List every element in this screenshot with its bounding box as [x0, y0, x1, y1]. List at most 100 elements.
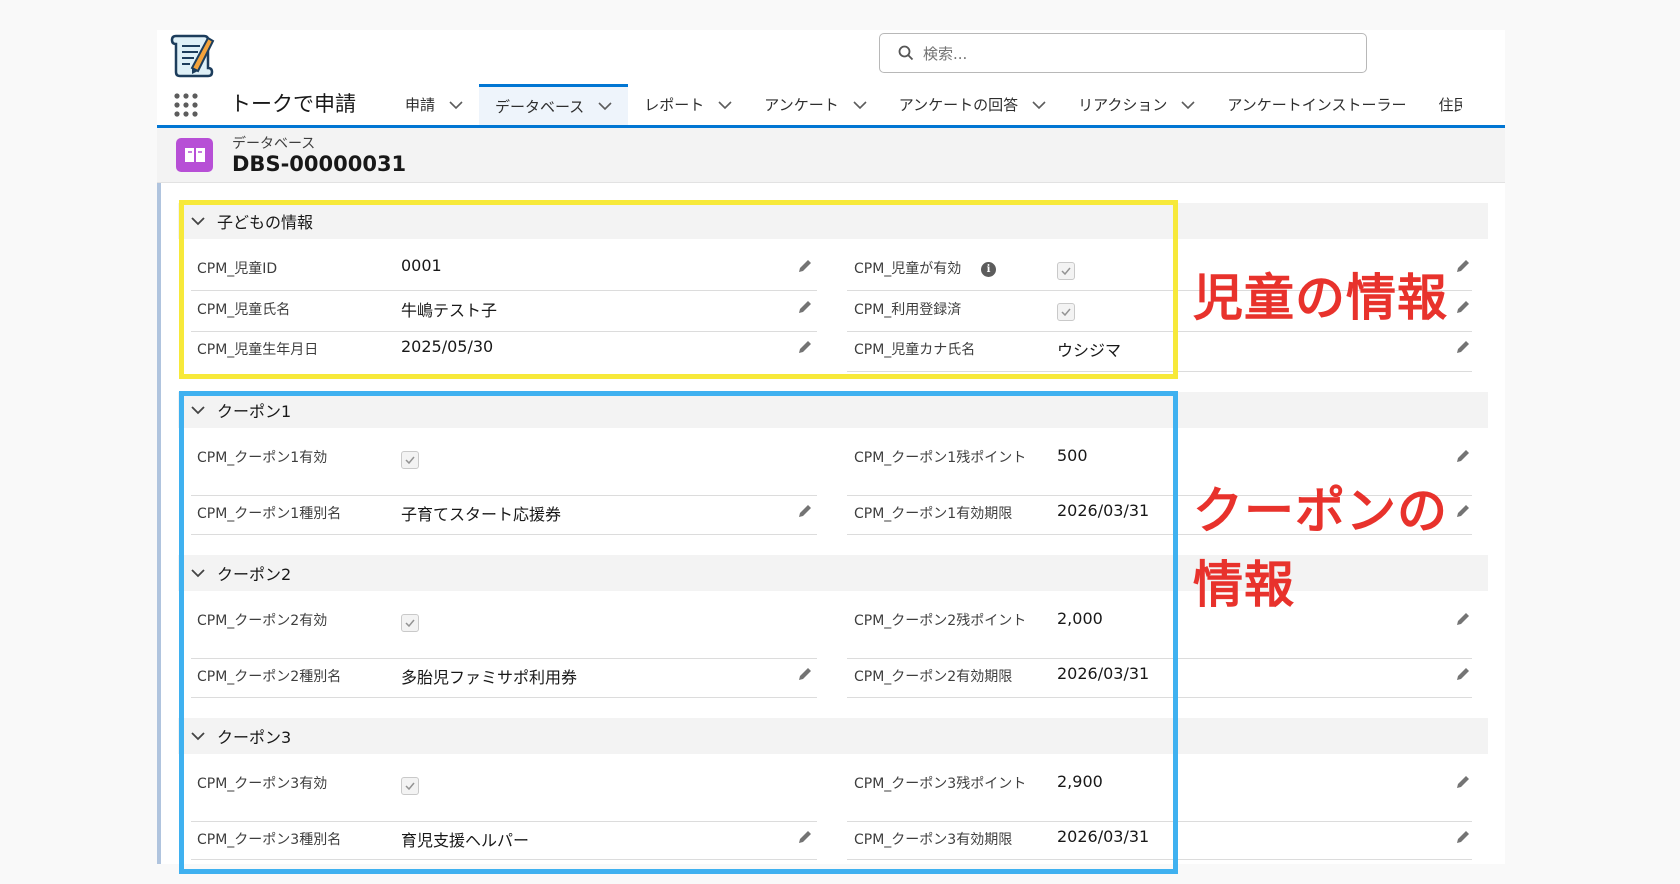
section-title: クーポン2 — [217, 565, 292, 584]
field-divider — [191, 534, 817, 535]
field-divider — [847, 821, 1472, 822]
tab-label: アンケートの回答 — [898, 96, 1019, 114]
database-record-icon — [176, 138, 213, 172]
field-label-child-birthdate: CPM_児童生年月日 — [197, 342, 319, 358]
field-label-coupon1-active: CPM_クーポン1有効 — [197, 450, 328, 466]
edit-pencil-icon[interactable] — [797, 258, 813, 274]
field-label-coupon1-type: CPM_クーポン1種別名 — [197, 506, 342, 522]
field-value-coupon3-type: 育児支援ヘルパー — [401, 831, 530, 850]
field-value-child-id: 0001 — [401, 256, 442, 275]
field-label-child-kana: CPM_児童カナ氏名 — [854, 342, 976, 358]
tab-report[interactable]: レポート — [628, 84, 748, 125]
field-divider — [191, 658, 817, 659]
record-name: DBS-00000031 — [232, 152, 407, 176]
field-label-coupon3-type: CPM_クーポン3種別名 — [197, 832, 342, 848]
field-label-coupon3-points: CPM_クーポン3残ポイント — [854, 776, 1027, 792]
chevron-down-icon[interactable] — [1181, 100, 1195, 110]
tab-survey-response[interactable]: アンケートの回答 — [883, 84, 1062, 125]
field-divider — [191, 495, 817, 496]
field-divider — [191, 859, 817, 860]
field-label-coupon2-type: CPM_クーポン2種別名 — [197, 669, 342, 685]
edit-pencil-icon[interactable] — [1455, 666, 1471, 682]
field-label-registered: CPM_利用登録済 — [854, 302, 962, 318]
tab-label: 住民 — [1438, 96, 1463, 114]
annotation-child-note: 児童の情報 — [1193, 269, 1448, 327]
checkbox-coupon1-active — [401, 451, 419, 469]
field-value-coupon3-expiry: 2026/03/31 — [1057, 827, 1150, 846]
edit-pencil-icon[interactable] — [797, 666, 813, 682]
tab-survey-installer[interactable]: アンケートインストーラー — [1211, 84, 1422, 125]
edit-pencil-icon[interactable] — [1455, 829, 1471, 845]
field-value-coupon2-expiry: 2026/03/31 — [1057, 664, 1150, 683]
chevron-down-icon[interactable] — [191, 568, 205, 578]
search-placeholder: 検索... — [923, 44, 968, 63]
left-accent-bar — [157, 183, 161, 864]
field-label-coupon1-expiry: CPM_クーポン1有効期限 — [854, 506, 1013, 522]
app-window: 検索... トークで申請 申請 データベース レポート アンケート アンケートの… — [157, 30, 1505, 864]
app-launcher-icon[interactable] — [173, 92, 199, 118]
chevron-down-icon[interactable] — [449, 100, 463, 110]
edit-pencil-icon[interactable] — [797, 299, 813, 315]
field-label-child-active: CPM_児童が有効 — [854, 261, 962, 277]
section-title: 子どもの情報 — [217, 213, 314, 232]
section-header-coupon3[interactable]: クーポン3 — [178, 718, 1488, 754]
tab-database[interactable]: データベース — [479, 84, 629, 125]
field-divider — [847, 859, 1472, 860]
section-title: クーポン1 — [217, 402, 292, 421]
field-value-coupon1-type: 子育てスタート応援券 — [401, 505, 562, 524]
section-title: クーポン3 — [217, 728, 292, 747]
field-divider — [191, 331, 817, 332]
tab-application[interactable]: 申請 — [389, 84, 479, 125]
tab-residents[interactable]: 住民 — [1422, 84, 1462, 125]
tab-label: レポート — [644, 96, 705, 114]
edit-pencil-icon[interactable] — [1455, 339, 1471, 355]
chevron-down-icon[interactable] — [598, 101, 612, 111]
tab-label: アンケートインストーラー — [1227, 96, 1407, 114]
tab-label: データベース — [495, 97, 585, 116]
field-divider — [847, 331, 1472, 332]
section-header-coupon1[interactable]: クーポン1 — [178, 392, 1488, 428]
edit-pencil-icon[interactable] — [797, 503, 813, 519]
chevron-down-icon[interactable] — [191, 216, 205, 226]
checkbox-coupon3-active — [401, 777, 419, 795]
info-icon[interactable]: i — [981, 262, 996, 277]
field-label-coupon2-points: CPM_クーポン2残ポイント — [854, 613, 1027, 629]
chevron-down-icon[interactable] — [191, 731, 205, 741]
edit-pencil-icon[interactable] — [797, 339, 813, 355]
field-label-child-id: CPM_児童ID — [197, 261, 278, 277]
checkbox-coupon2-active — [401, 614, 419, 632]
chevron-down-icon[interactable] — [853, 100, 867, 110]
field-value-coupon2-points: 2,000 — [1057, 609, 1103, 628]
section-header-child-info[interactable]: 子どもの情報 — [178, 203, 1488, 239]
edit-pencil-icon[interactable] — [1455, 258, 1471, 274]
annotation-coupon-note-line2: 情報 — [1193, 556, 1295, 614]
field-divider — [847, 697, 1472, 698]
chevron-down-icon[interactable] — [191, 405, 205, 415]
edit-pencil-icon[interactable] — [1455, 299, 1471, 315]
chevron-down-icon[interactable] — [1032, 100, 1046, 110]
edit-pencil-icon[interactable] — [1455, 448, 1471, 464]
edit-pencil-icon[interactable] — [1455, 503, 1471, 519]
search-input[interactable]: 検索... — [879, 33, 1367, 73]
tab-reaction[interactable]: リアクション — [1062, 84, 1211, 125]
field-divider — [191, 697, 817, 698]
chevron-down-icon[interactable] — [718, 100, 732, 110]
field-divider — [191, 821, 817, 822]
edit-pencil-icon[interactable] — [1455, 611, 1471, 627]
tab-survey[interactable]: アンケート — [748, 84, 882, 125]
field-value-coupon2-type: 多胎児ファミサポ利用券 — [401, 668, 578, 687]
annotation-coupon-note-line1: クーポンの — [1193, 482, 1448, 540]
record-object-label: データベース — [232, 136, 316, 152]
tab-label: リアクション — [1078, 96, 1168, 114]
edit-pencil-icon[interactable] — [1455, 774, 1471, 790]
app-logo-icon — [170, 34, 215, 78]
field-label-coupon2-active: CPM_クーポン2有効 — [197, 613, 328, 629]
search-icon — [898, 45, 914, 61]
field-divider — [191, 290, 817, 291]
edit-pencil-icon[interactable] — [797, 829, 813, 845]
tab-label: アンケート — [764, 96, 839, 114]
field-label-child-name: CPM_児童氏名 — [197, 302, 291, 318]
field-value-child-kana: ウシジマ — [1057, 341, 1122, 360]
field-divider — [847, 658, 1472, 659]
field-label-coupon3-active: CPM_クーポン3有効 — [197, 776, 328, 792]
